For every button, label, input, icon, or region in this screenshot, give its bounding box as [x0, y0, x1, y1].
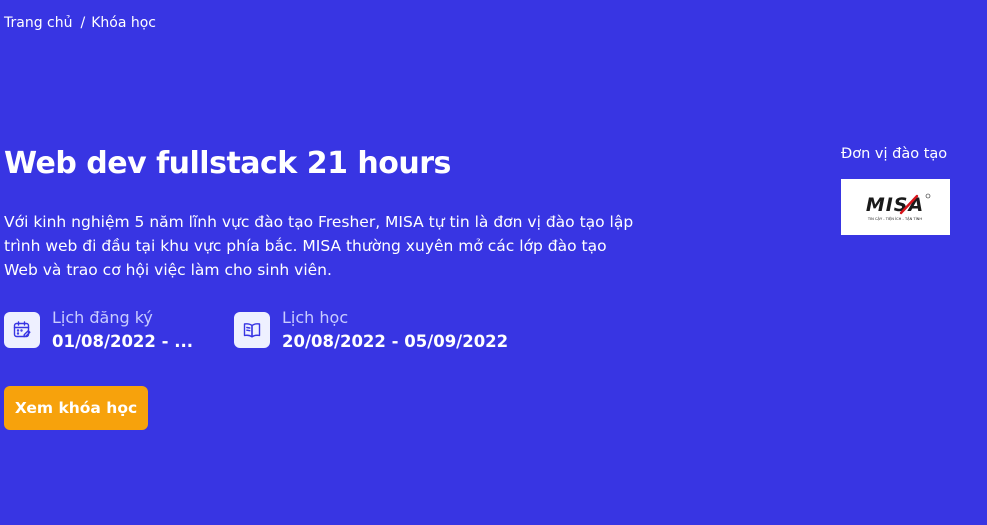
- misa-logo-tagline: TIN CẬY - TIỆN ÍCH - TẬN TÌNH: [866, 216, 921, 221]
- course-title: Web dev fullstack 21 hours: [4, 146, 451, 181]
- breadcrumb-separator: /: [80, 15, 86, 31]
- registration-schedule-label: Lịch đăng ký: [52, 308, 153, 327]
- breadcrumb-current-link[interactable]: Khóa học: [91, 13, 156, 33]
- study-schedule-label: Lịch học: [282, 308, 349, 327]
- breadcrumb: Trang chủ / Khóa học: [4, 13, 156, 33]
- breadcrumb-home-link[interactable]: Trang chủ: [4, 13, 72, 33]
- registration-schedule: Lịch đăng ký 01/08/2022 - ...: [4, 306, 193, 354]
- calendar-edit-icon: [4, 312, 40, 348]
- study-schedule-value: 20/08/2022 - 05/09/2022: [282, 332, 509, 351]
- misa-logo[interactable]: MISA TIN CẬY - TIỆN ÍCH - TẬN TÌNH: [841, 179, 950, 235]
- view-course-button[interactable]: Xem khóa học: [4, 386, 148, 430]
- course-description: Với kinh nghiệm 5 năm lĩnh vực đào tạo F…: [4, 213, 634, 279]
- book-open-icon: [234, 312, 270, 348]
- training-unit-label: Đơn vị đào tạo: [841, 146, 948, 162]
- registration-schedule-value: 01/08/2022 - ...: [52, 332, 194, 351]
- study-schedule: Lịch học 20/08/2022 - 05/09/2022: [234, 306, 508, 354]
